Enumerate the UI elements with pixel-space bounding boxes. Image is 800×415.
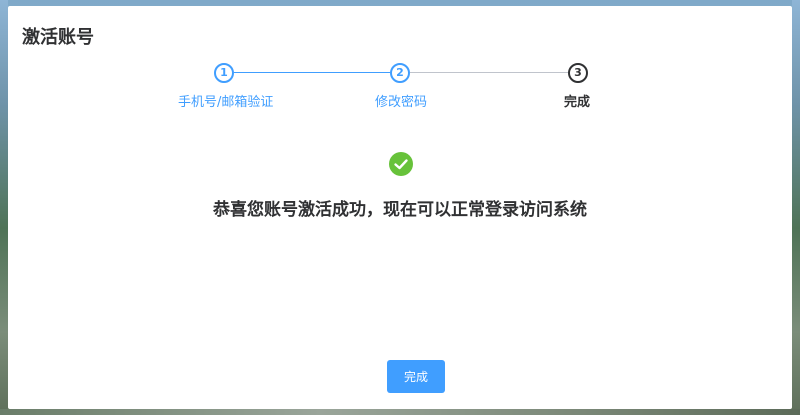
background-right-edge bbox=[792, 0, 800, 415]
done-button[interactable]: 完成 bbox=[387, 360, 445, 393]
step-2-label: 修改密码 bbox=[375, 95, 428, 110]
background-bottom-edge bbox=[0, 409, 800, 415]
step-connector-1-2 bbox=[234, 72, 390, 73]
step-connector-2-3 bbox=[410, 72, 568, 73]
step-1-icon: 1 bbox=[214, 63, 234, 83]
success-message: 恭喜您账号激活成功，现在可以正常登录访问系统 bbox=[213, 200, 587, 220]
step-3-label: 完成 bbox=[564, 95, 591, 110]
check-circle-icon bbox=[389, 152, 413, 176]
activate-account-dialog: 激活账号 1 2 3 手机号/邮箱验证 修改密码 完成 恭喜您账号激活成功，现在… bbox=[8, 6, 792, 409]
step-2-icon: 2 bbox=[390, 63, 410, 83]
step-3-icon: 3 bbox=[568, 63, 588, 83]
background-left-edge bbox=[0, 0, 8, 415]
steps-bar: 1 2 3 手机号/邮箱验证 修改密码 完成 bbox=[8, 6, 792, 126]
step-1-label: 手机号/邮箱验证 bbox=[178, 95, 274, 110]
